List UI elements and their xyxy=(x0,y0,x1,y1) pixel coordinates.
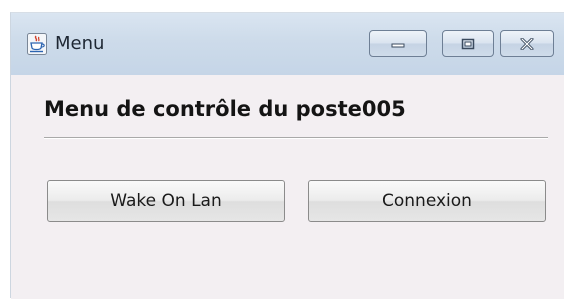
separator xyxy=(44,137,548,139)
maximize-button[interactable] xyxy=(442,30,494,57)
minimize-button[interactable] xyxy=(369,30,427,57)
close-button[interactable] xyxy=(500,30,554,57)
content-panel: Menu de contrôle du poste005 Wake On Lan… xyxy=(11,75,564,299)
window-title: Menu xyxy=(55,33,105,54)
title-bar[interactable]: Menu xyxy=(11,13,564,75)
page-title: Menu de contrôle du poste005 xyxy=(44,97,406,121)
connexion-button[interactable]: Connexion xyxy=(308,180,546,222)
java-cup-icon xyxy=(27,33,47,55)
app-window: Menu Menu de contrôle du poste005 Wake O… xyxy=(10,12,564,299)
wake-on-lan-button[interactable]: Wake On Lan xyxy=(47,180,285,222)
